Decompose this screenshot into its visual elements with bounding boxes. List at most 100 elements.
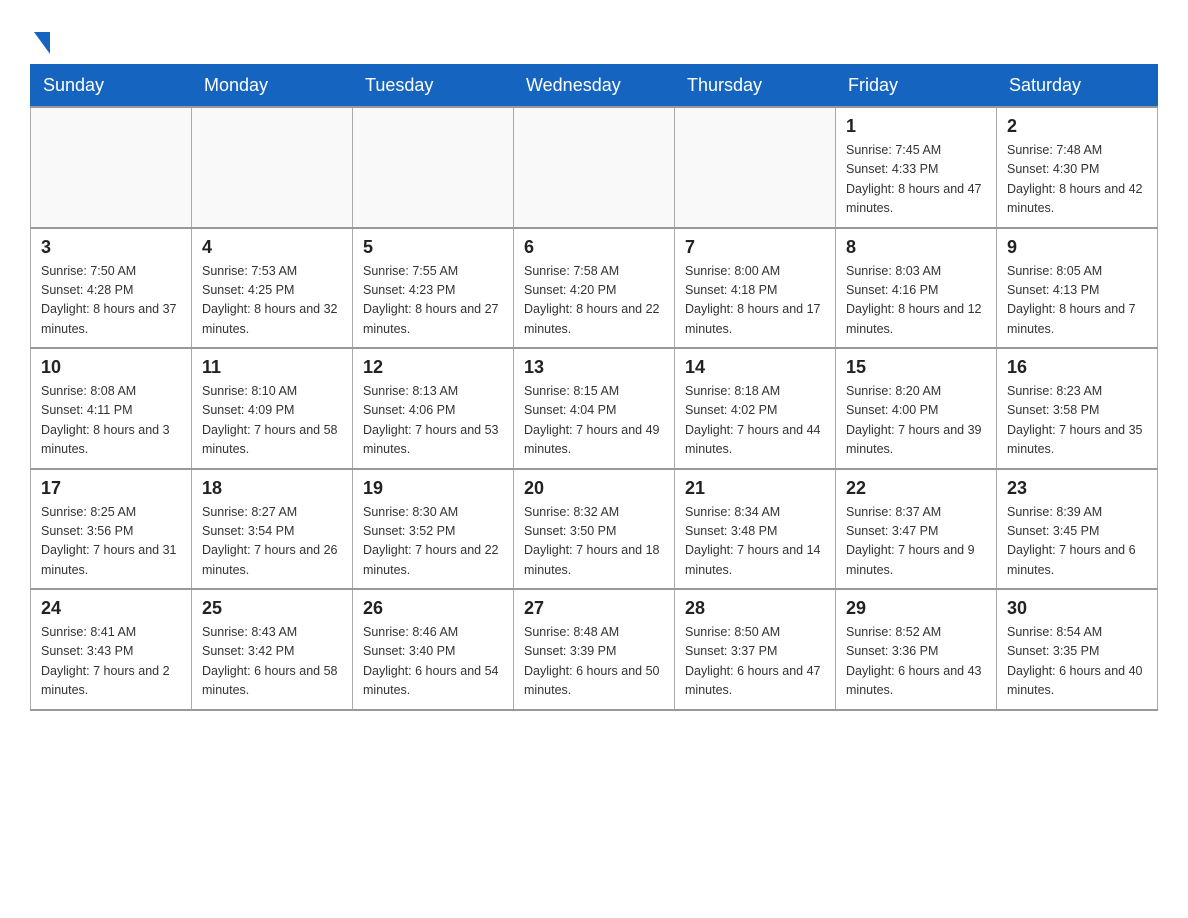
- calendar-cell: 22 Sunrise: 8:37 AMSunset: 3:47 PMDayligh…: [836, 469, 997, 590]
- day-info: Sunrise: 8:39 AMSunset: 3:45 PMDaylight:…: [1007, 503, 1147, 581]
- calendar-cell: 10 Sunrise: 8:08 AMSunset: 4:11 PMDayligh…: [31, 348, 192, 469]
- logo-triangle-icon: [34, 32, 50, 54]
- column-header-thursday: Thursday: [675, 65, 836, 108]
- day-info: Sunrise: 8:00 AMSunset: 4:18 PMDaylight:…: [685, 262, 825, 340]
- day-info: Sunrise: 7:45 AMSunset: 4:33 PMDaylight:…: [846, 141, 986, 219]
- day-info: Sunrise: 8:54 AMSunset: 3:35 PMDaylight:…: [1007, 623, 1147, 701]
- calendar-cell: 16 Sunrise: 8:23 AMSunset: 3:58 PMDayligh…: [997, 348, 1158, 469]
- day-info: Sunrise: 7:55 AMSunset: 4:23 PMDaylight:…: [363, 262, 503, 340]
- calendar-cell: 9Sunrise: 8:05 AMSunset: 4:13 PMDaylight…: [997, 228, 1158, 349]
- day-info: Sunrise: 8:43 AMSunset: 3:42 PMDaylight:…: [202, 623, 342, 701]
- calendar-cell: 27 Sunrise: 8:48 AMSunset: 3:39 PMDayligh…: [514, 589, 675, 710]
- day-info: Sunrise: 8:05 AMSunset: 4:13 PMDaylight:…: [1007, 262, 1147, 340]
- calendar-cell: [514, 107, 675, 228]
- day-number: 8: [846, 237, 986, 258]
- calendar-cell: 19 Sunrise: 8:30 AMSunset: 3:52 PMDayligh…: [353, 469, 514, 590]
- calendar-cell: 11 Sunrise: 8:10 AMSunset: 4:09 PMDayligh…: [192, 348, 353, 469]
- day-number: 18: [202, 478, 342, 499]
- calendar-week-row: 17Sunrise: 8:25 AMSunset: 3:56 PMDayligh…: [31, 469, 1158, 590]
- day-info: Sunrise: 8:13 AMSunset: 4:06 PMDaylight:…: [363, 382, 503, 460]
- day-info: Sunrise: 8:50 AMSunset: 3:37 PMDaylight:…: [685, 623, 825, 701]
- day-number: 1: [846, 116, 986, 137]
- calendar-cell: 5 Sunrise: 7:55 AMSunset: 4:23 PMDaylight…: [353, 228, 514, 349]
- day-info: Sunrise: 8:03 AMSunset: 4:16 PMDaylight:…: [846, 262, 986, 340]
- day-info: Sunrise: 8:20 AMSunset: 4:00 PMDaylight:…: [846, 382, 986, 460]
- day-info: Sunrise: 8:52 AMSunset: 3:36 PMDaylight:…: [846, 623, 986, 701]
- day-info: Sunrise: 8:37 AMSunset: 3:47 PMDaylight:…: [846, 503, 986, 581]
- day-info: Sunrise: 8:08 AMSunset: 4:11 PMDaylight:…: [41, 382, 181, 460]
- day-number: 27: [524, 598, 664, 619]
- day-info: Sunrise: 8:23 AMSunset: 3:58 PMDaylight:…: [1007, 382, 1147, 460]
- day-info: Sunrise: 8:10 AMSunset: 4:09 PMDaylight:…: [202, 382, 342, 460]
- calendar-cell: 15 Sunrise: 8:20 AMSunset: 4:00 PMDayligh…: [836, 348, 997, 469]
- day-info: Sunrise: 8:15 AMSunset: 4:04 PMDaylight:…: [524, 382, 664, 460]
- calendar-cell: 12 Sunrise: 8:13 AMSunset: 4:06 PMDayligh…: [353, 348, 514, 469]
- day-number: 22: [846, 478, 986, 499]
- day-number: 21: [685, 478, 825, 499]
- day-number: 14: [685, 357, 825, 378]
- calendar-cell: 21Sunrise: 8:34 AMSunset: 3:48 PMDayligh…: [675, 469, 836, 590]
- day-info: Sunrise: 8:25 AMSunset: 3:56 PMDaylight:…: [41, 503, 181, 581]
- calendar-header-row: SundayMondayTuesdayWednesdayThursdayFrid…: [31, 65, 1158, 108]
- day-info: Sunrise: 8:18 AMSunset: 4:02 PMDaylight:…: [685, 382, 825, 460]
- calendar-cell: 18 Sunrise: 8:27 AMSunset: 3:54 PMDayligh…: [192, 469, 353, 590]
- day-number: 10: [41, 357, 181, 378]
- calendar-cell: 14 Sunrise: 8:18 AMSunset: 4:02 PMDayligh…: [675, 348, 836, 469]
- calendar-cell: 30Sunrise: 8:54 AMSunset: 3:35 PMDayligh…: [997, 589, 1158, 710]
- calendar-week-row: 3 Sunrise: 7:50 AMSunset: 4:28 PMDaylight…: [31, 228, 1158, 349]
- column-header-sunday: Sunday: [31, 65, 192, 108]
- day-number: 19: [363, 478, 503, 499]
- calendar-cell: 24 Sunrise: 8:41 AMSunset: 3:43 PMDayligh…: [31, 589, 192, 710]
- calendar-cell: 25 Sunrise: 8:43 AMSunset: 3:42 PMDayligh…: [192, 589, 353, 710]
- page-header: [30, 20, 1158, 54]
- day-number: 5: [363, 237, 503, 258]
- day-number: 4: [202, 237, 342, 258]
- day-info: Sunrise: 8:48 AMSunset: 3:39 PMDaylight:…: [524, 623, 664, 701]
- day-info: Sunrise: 7:50 AMSunset: 4:28 PMDaylight:…: [41, 262, 181, 340]
- calendar-cell: [675, 107, 836, 228]
- day-number: 12: [363, 357, 503, 378]
- day-number: 29: [846, 598, 986, 619]
- calendar-cell: 3 Sunrise: 7:50 AMSunset: 4:28 PMDaylight…: [31, 228, 192, 349]
- calendar-cell: 1 Sunrise: 7:45 AMSunset: 4:33 PMDaylight…: [836, 107, 997, 228]
- logo: [30, 28, 50, 54]
- calendar-cell: 23 Sunrise: 8:39 AMSunset: 3:45 PMDayligh…: [997, 469, 1158, 590]
- day-info: Sunrise: 8:30 AMSunset: 3:52 PMDaylight:…: [363, 503, 503, 581]
- column-header-tuesday: Tuesday: [353, 65, 514, 108]
- day-info: Sunrise: 8:27 AMSunset: 3:54 PMDaylight:…: [202, 503, 342, 581]
- column-header-monday: Monday: [192, 65, 353, 108]
- day-number: 6: [524, 237, 664, 258]
- day-number: 20: [524, 478, 664, 499]
- calendar-cell: 2 Sunrise: 7:48 AMSunset: 4:30 PMDaylight…: [997, 107, 1158, 228]
- day-number: 28: [685, 598, 825, 619]
- calendar-cell: 13Sunrise: 8:15 AMSunset: 4:04 PMDayligh…: [514, 348, 675, 469]
- day-info: Sunrise: 8:32 AMSunset: 3:50 PMDaylight:…: [524, 503, 664, 581]
- calendar-week-row: 24 Sunrise: 8:41 AMSunset: 3:43 PMDayligh…: [31, 589, 1158, 710]
- day-info: Sunrise: 8:46 AMSunset: 3:40 PMDaylight:…: [363, 623, 503, 701]
- day-number: 25: [202, 598, 342, 619]
- day-number: 23: [1007, 478, 1147, 499]
- day-number: 15: [846, 357, 986, 378]
- column-header-wednesday: Wednesday: [514, 65, 675, 108]
- day-number: 16: [1007, 357, 1147, 378]
- day-number: 24: [41, 598, 181, 619]
- calendar-table: SundayMondayTuesdayWednesdayThursdayFrid…: [30, 64, 1158, 711]
- day-number: 11: [202, 357, 342, 378]
- day-info: Sunrise: 7:48 AMSunset: 4:30 PMDaylight:…: [1007, 141, 1147, 219]
- calendar-cell: [353, 107, 514, 228]
- column-header-friday: Friday: [836, 65, 997, 108]
- day-number: 3: [41, 237, 181, 258]
- day-info: Sunrise: 8:41 AMSunset: 3:43 PMDaylight:…: [41, 623, 181, 701]
- day-info: Sunrise: 7:58 AMSunset: 4:20 PMDaylight:…: [524, 262, 664, 340]
- calendar-cell: 20 Sunrise: 8:32 AMSunset: 3:50 PMDayligh…: [514, 469, 675, 590]
- calendar-cell: 28 Sunrise: 8:50 AMSunset: 3:37 PMDayligh…: [675, 589, 836, 710]
- day-info: Sunrise: 7:53 AMSunset: 4:25 PMDaylight:…: [202, 262, 342, 340]
- calendar-cell: 8 Sunrise: 8:03 AMSunset: 4:16 PMDaylight…: [836, 228, 997, 349]
- calendar-week-row: 10 Sunrise: 8:08 AMSunset: 4:11 PMDayligh…: [31, 348, 1158, 469]
- column-header-saturday: Saturday: [997, 65, 1158, 108]
- calendar-cell: 17Sunrise: 8:25 AMSunset: 3:56 PMDayligh…: [31, 469, 192, 590]
- calendar-cell: 6 Sunrise: 7:58 AMSunset: 4:20 PMDaylight…: [514, 228, 675, 349]
- calendar-cell: 4 Sunrise: 7:53 AMSunset: 4:25 PMDaylight…: [192, 228, 353, 349]
- day-number: 2: [1007, 116, 1147, 137]
- calendar-cell: 29 Sunrise: 8:52 AMSunset: 3:36 PMDayligh…: [836, 589, 997, 710]
